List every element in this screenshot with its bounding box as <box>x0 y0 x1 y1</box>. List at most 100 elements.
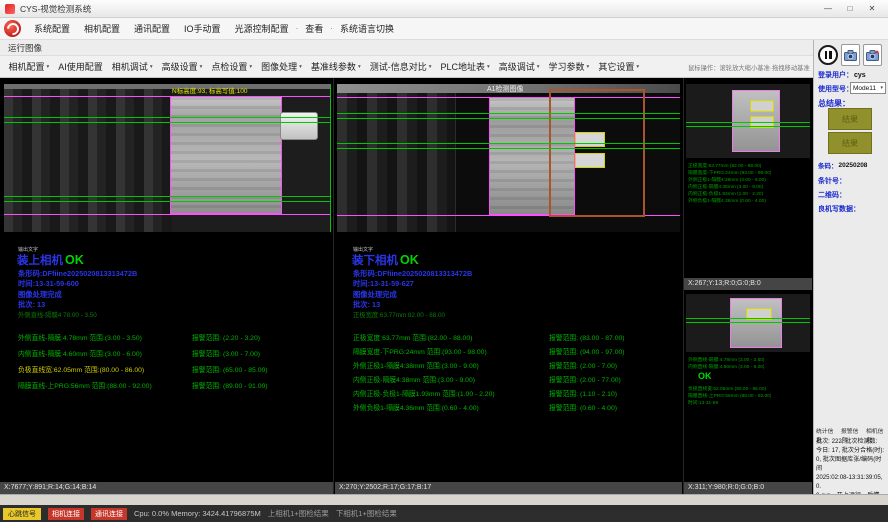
measure-line-green <box>686 322 810 323</box>
upper-camera-view[interactable]: N标高度:93, 标高写值:100 <box>4 84 331 232</box>
measurement-text: 正极宽度:63.77mm 范围:(82.00 - 88.00) <box>353 332 549 342</box>
bright-spot-region <box>575 153 605 168</box>
lower-camera-result-text: 下相机1+图检结果 <box>336 508 397 519</box>
alarm-range: 报警范围: (2.00 - 7.00) <box>549 360 675 370</box>
thumb-measure-line: 负极直线宽:62.05mm (80.00 - 86.00) <box>688 385 766 392</box>
toolbar-advanced-settings[interactable]: 高级设置▾ <box>157 60 207 73</box>
toolbar-item-label: 学习参数 <box>549 60 585 73</box>
bottom-strip <box>0 494 888 505</box>
alarm-range: 报警范围: (83.00 - 87.00) <box>549 332 675 342</box>
menu-comm-config[interactable]: 通讯配置 <box>127 22 177 35</box>
toolbar-item-label: 图像处理 <box>261 60 297 73</box>
thumbnail-camera-view-top[interactable] <box>686 84 810 158</box>
toolbar-learn-params[interactable]: 学习参数▾ <box>544 60 594 73</box>
tab-run-image[interactable]: 运行图像 <box>8 42 42 54</box>
maximize-button[interactable]: □ <box>839 4 861 13</box>
alarm-range: 报警范围: (89.00 - 91.00) <box>192 380 326 390</box>
cpu-memory-text: Cpu: 0.0% Memory: 3424.41796875M <box>134 509 261 518</box>
measurement-row: 外侧直线-隔膜:4.78mm 范围:(3.00 - 3.50) 报警范围: (2… <box>18 332 326 342</box>
panel-divider <box>333 78 334 494</box>
pause-button[interactable] <box>818 45 838 65</box>
result-box-2: 结果 <box>828 132 872 154</box>
toolbar-camera-config[interactable]: 相机配置▾ <box>4 60 54 73</box>
toolbar-image-process[interactable]: 图像处理▾ <box>257 60 307 73</box>
titlebar: CYS-视觉检测系统 — □ ✕ <box>0 0 888 18</box>
menu-view[interactable]: 查看 <box>298 22 330 35</box>
needle-label: 条针号： <box>818 176 846 186</box>
menu-light-control[interactable]: 光源控制配置 <box>228 22 296 35</box>
menu-language-switch[interactable]: 系统语言切换 <box>333 22 401 35</box>
window-title: CYS-视觉检测系统 <box>20 3 91 15</box>
cursor-coordinates: X:311;Y:980;R:0;G:0;B:0 <box>684 482 812 494</box>
measure-line-green <box>4 117 331 118</box>
camera-button-2[interactable] <box>863 44 882 66</box>
measurement-row: 外侧正极1-隔膜4:38mm 范围:(3.00 - 9.00) 报警范围: (2… <box>353 360 675 370</box>
app-window: CYS-视觉检测系统 — □ ✕ 系统配置 相机配置 通讯配置 IO手动置 光源… <box>0 0 888 522</box>
toolbar-item-label: 相机配置 <box>9 60 45 73</box>
chevron-down-icon: ▾ <box>150 64 153 70</box>
minimize-button[interactable]: — <box>817 4 839 13</box>
ok-status: OK <box>65 253 84 267</box>
measurement-text: 内侧正极-隔膜4:38mm 范围:(3.00 - 9.00) <box>353 374 549 384</box>
toolbar-baseline-params[interactable]: 基准线参数▾ <box>306 60 365 73</box>
alarm-range: 报警范围: (65.00 - 85.00) <box>192 364 326 374</box>
alarm-range: 报警范围: (0.60 - 4.00) <box>549 402 675 412</box>
window-controls: — □ ✕ <box>817 4 883 13</box>
barcode-text: 条形码:DFfiine2025020813313472B <box>18 269 137 279</box>
measurement-row: 外侧负极1-隔膜4.36mm 范围:(0.60 - 4.00) 报警范围: (0… <box>353 402 675 412</box>
write-data-label: 良机写数据： <box>818 204 860 214</box>
toolbar-plc-table[interactable]: PLC地址表▾ <box>436 60 494 73</box>
thumb-measure-line: 外侧直线-隔膜:4.78mm (3.00 - 3.50) <box>688 356 765 363</box>
batch-text: 批次: 13 <box>353 300 380 310</box>
measure-line-green <box>686 318 810 319</box>
overlay-magenta-line <box>4 214 331 215</box>
right-sidebar: 登录用户： cys 使用型号： Mode11 ▾ 总结果： 结果 结果 条码： … <box>813 40 888 494</box>
thumb-measure-line: 外侧正极1-隔膜4:38mm (3.00 - 9.00) <box>688 176 766 183</box>
thumb-measure-line: 外侧负极1-隔膜4.36mm (0.60 - 4.00) <box>688 197 766 204</box>
thumbnail-camera-view-bottom[interactable] <box>686 294 810 352</box>
lower-camera-view[interactable]: A1检测图像 <box>337 84 680 232</box>
height-overlay-label: N标高度:93, 标高写值:100 <box>172 85 248 95</box>
upper-camera-result-text: 上相机1+图检结果 <box>268 508 329 519</box>
measurement-row: 负极直线宽:62.05mm 范围:(80.00 - 86.00) 报警范围: (… <box>18 364 326 374</box>
close-button[interactable]: ✕ <box>861 4 883 13</box>
login-value: cys <box>854 72 866 79</box>
toolbar-ai-config[interactable]: AI使用配置 <box>54 60 108 73</box>
model-select[interactable]: Mode11 ▾ <box>850 82 886 94</box>
menu-system-config[interactable]: 系统配置 <box>27 22 77 35</box>
alarm-range: 报警范围: (3.00 - 7.00) <box>192 348 326 358</box>
time-text: 时间:13-31-59-600 <box>18 279 79 289</box>
toolbar-item-label: 测试-信息对比 <box>370 60 427 73</box>
menu-io-manual[interactable]: IO手动置 <box>177 22 228 35</box>
measurement-text: 隔膜直线-上PRG:56mm 范围:(88.00 - 92.00) <box>18 380 192 390</box>
qr-label: 二维码： <box>818 190 846 200</box>
measurement-text: 外侧直线-隔膜:4.78mm 范围:(3.00 - 3.50) <box>18 332 192 342</box>
measurement-row: 内侧直线-隔膜:4.60mm 范围:(3.00 - 6.00) 报警范围: (3… <box>18 348 326 358</box>
measure-line-green <box>4 122 331 123</box>
thumb-measure-line: 内侧正极-负极1.93mm (1.00 - 2.20) <box>688 190 763 197</box>
cursor-coordinates: X:267;Y:13;R:0;G:0;B:0 <box>684 278 812 290</box>
toolbar-spot-check[interactable]: 点检设置▾ <box>207 60 257 73</box>
process-status-text: 图像处理完成 <box>18 290 62 300</box>
toolbar-advanced-debug[interactable]: 高级调试▾ <box>494 60 544 73</box>
thumb-measure-line: 时间:13-31-59 <box>688 399 718 406</box>
stats-line: 批次: 222, 批次检测数: <box>816 437 887 446</box>
toolbar-test-compare[interactable]: 测试-信息对比▾ <box>365 60 436 73</box>
measurement-text: 内侧正极-负极1-隔膜1.93mm 范围:(1.00 - 2.20) <box>353 388 549 398</box>
alarm-range: 报警范围: (2.00 - 77.00) <box>549 374 675 384</box>
toolbar-camera-debug[interactable]: 相机调试▾ <box>107 60 157 73</box>
barcode-text: 条形码:DFfiine2025020813313472B <box>353 269 472 279</box>
upper-camera-result: 装上相机 OK <box>17 252 84 268</box>
toolbar-other-settings[interactable]: 其它设置▾ <box>594 60 644 73</box>
toolbar-item-label: 点检设置 <box>211 60 247 73</box>
image-title-label: A1检测图像 <box>487 84 524 94</box>
camera-button-1[interactable] <box>841 44 860 66</box>
menu-camera-config[interactable]: 相机配置 <box>77 22 127 35</box>
lower-camera-result: 装下相机 OK <box>352 252 419 268</box>
stats-line: 0, 批次图据库张/编码(时间 <box>816 455 887 473</box>
chevron-down-icon: ▾ <box>587 64 590 70</box>
cursor-coordinates: X:7677;Y:891;R:14;G:14;B:14 <box>0 482 333 494</box>
tab-bar: 运行图像 <box>0 40 813 56</box>
alarm-range: 报警范围: (1.10 - 2.10) <box>549 388 675 398</box>
sidebar-buttons <box>818 44 882 66</box>
